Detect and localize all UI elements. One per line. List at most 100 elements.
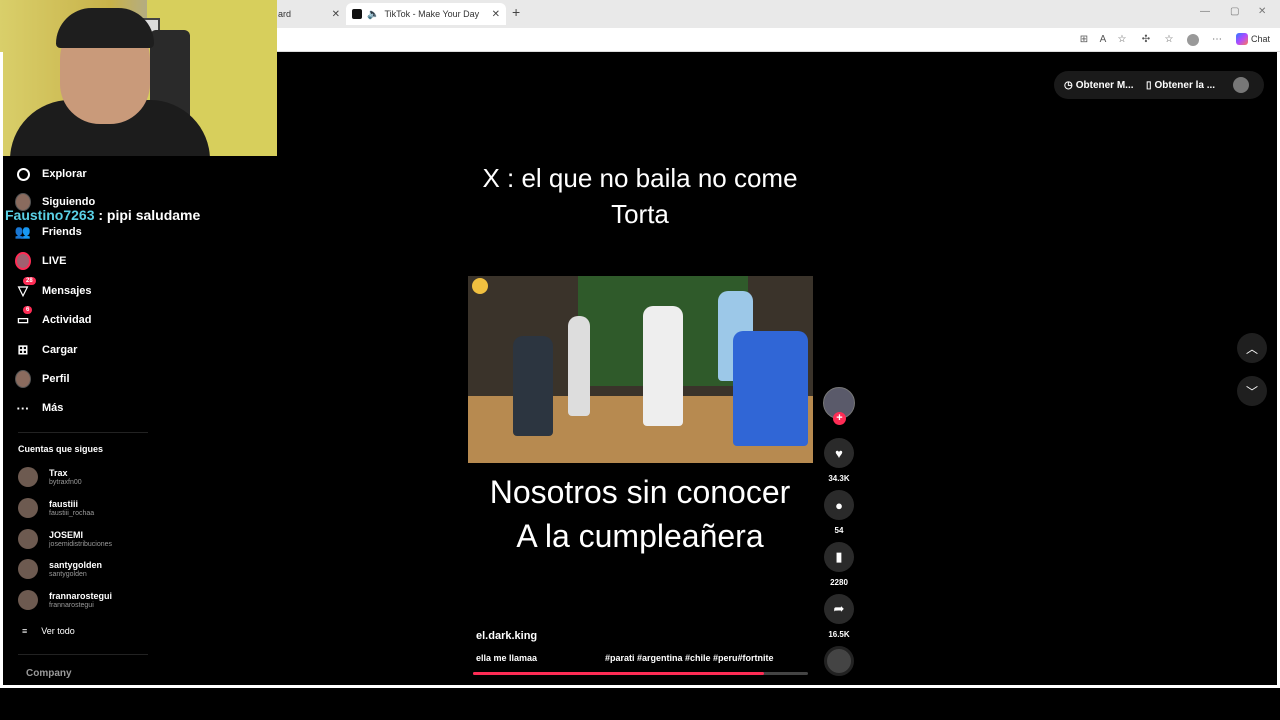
account-name: faustiii bbox=[49, 498, 79, 509]
previous-video-button[interactable]: ︿ bbox=[1237, 333, 1267, 363]
next-video-button[interactable]: ﹀ bbox=[1237, 376, 1267, 406]
new-tab-icon[interactable]: + bbox=[512, 4, 520, 20]
get-app-button-1[interactable]: ◷ Obtener M... bbox=[1064, 80, 1134, 91]
get-app-button-2[interactable]: ▯ Obtener la ... bbox=[1146, 80, 1215, 91]
account-name: frannarostegui bbox=[49, 590, 113, 601]
comment-icon: ● bbox=[835, 497, 843, 513]
account-handle: josemidistribuciones bbox=[49, 540, 113, 548]
get-app-label: Obtener la ... bbox=[1154, 80, 1216, 91]
video-scene-person bbox=[643, 306, 683, 426]
get-app-label: Obtener M... bbox=[1075, 80, 1134, 91]
save-count: 2280 bbox=[830, 578, 848, 587]
more-icon: ··· bbox=[16, 400, 30, 416]
sidebar-item-label: Explorar bbox=[42, 168, 87, 180]
follow-plus-icon[interactable]: + bbox=[833, 412, 846, 425]
caption-line: A la cumpleañera bbox=[516, 518, 764, 554]
favorites-icon[interactable]: ☆ bbox=[1163, 34, 1175, 46]
sidebar-item-mensajes[interactable]: ▽ 28 Mensajes bbox=[15, 277, 92, 299]
profile-icon bbox=[15, 370, 31, 388]
sidebar-item-label: Mensajes bbox=[42, 285, 92, 297]
account-handle: bytraxfn00 bbox=[49, 478, 82, 486]
sidebar-item-explorar[interactable]: Explorar bbox=[15, 166, 87, 182]
see-all-label: Ver todo bbox=[41, 626, 75, 636]
video-scene-person bbox=[568, 316, 590, 416]
following-account[interactable]: faustiii faustiii_rochaa bbox=[18, 498, 94, 518]
minimize-icon[interactable]: — bbox=[1200, 6, 1210, 17]
save-button[interactable]: ▮ bbox=[824, 542, 854, 572]
sidebar-item-actividad[interactable]: ▭ 6 Actividad bbox=[15, 306, 92, 328]
tab-label: TikTok - Make Your Day bbox=[384, 9, 480, 19]
messages-badge: 28 bbox=[23, 277, 36, 285]
video-author[interactable]: el.dark.king bbox=[476, 630, 537, 642]
company-link[interactable]: Company bbox=[26, 668, 72, 679]
account-name: santygolden bbox=[49, 559, 103, 570]
sidebar-item-label: Más bbox=[42, 402, 64, 414]
see-all-link[interactable]: ≡ Ver todo bbox=[22, 626, 75, 636]
sidebar-item-cargar[interactable]: ⊞ Cargar bbox=[15, 342, 78, 358]
sidebar-item-live[interactable]: LIVE bbox=[15, 252, 66, 270]
following-account[interactable]: Trax bytraxfn00 bbox=[18, 467, 82, 487]
close-window-icon[interactable]: ✕ bbox=[1258, 6, 1266, 17]
list-icon: ≡ bbox=[22, 626, 28, 636]
account-handle: faustiii_rochaa bbox=[49, 509, 95, 517]
close-icon[interactable]: ✕ bbox=[332, 9, 340, 20]
chevron-down-icon: ﹀ bbox=[1245, 384, 1258, 399]
music-disc-icon[interactable] bbox=[824, 646, 854, 676]
following-section-title: Cuentas que sigues bbox=[18, 444, 104, 454]
compass-icon bbox=[15, 166, 31, 182]
download-icon: ◷ bbox=[1064, 80, 1073, 91]
video-scene-person bbox=[513, 336, 553, 436]
avatar bbox=[18, 559, 38, 579]
sidebar-item-label: Cargar bbox=[42, 344, 78, 356]
stream-chat-message: Faustino7263 : pipi saludame bbox=[5, 207, 200, 223]
star-icon[interactable]: ☆ bbox=[1116, 34, 1128, 46]
messages-icon: ▽ 28 bbox=[15, 277, 36, 299]
like-button[interactable]: ♥ bbox=[824, 438, 854, 468]
extensions-icon[interactable]: ✣ bbox=[1140, 34, 1152, 46]
browser-tab-tiktok[interactable]: 🔈 TikTok - Make Your Day ✕ bbox=[346, 3, 506, 25]
sidebar-item-label: Friends bbox=[42, 226, 82, 238]
account-handle: frannarostegui bbox=[49, 601, 94, 609]
video-overlay-title: X : el que no baila no come Torta bbox=[440, 160, 840, 232]
tab-label: ard bbox=[278, 9, 292, 19]
following-account[interactable]: santygolden santygolden bbox=[18, 559, 102, 579]
account-name: Trax bbox=[49, 467, 68, 478]
sidebar-item-perfil[interactable]: Perfil bbox=[15, 370, 70, 388]
sidebar-item-mas[interactable]: ··· Más bbox=[15, 400, 64, 416]
like-count: 34.3K bbox=[828, 474, 850, 483]
share-button[interactable]: ➦ bbox=[824, 594, 854, 624]
share-icon: ➦ bbox=[833, 601, 845, 616]
profile-icon[interactable] bbox=[1187, 34, 1199, 46]
webcam-overlay bbox=[0, 0, 277, 156]
copilot-chat-button[interactable]: Chat bbox=[1236, 33, 1270, 45]
sidebar-item-friends[interactable]: 👥 Friends bbox=[15, 224, 82, 240]
speaker-icon[interactable]: 🔈 bbox=[367, 9, 379, 20]
video-progress-fill bbox=[473, 672, 765, 675]
video-progress-bar[interactable] bbox=[473, 672, 808, 675]
video-scene-person bbox=[733, 331, 808, 446]
video-hashtags[interactable]: #parati #argentina #chile #peru#fortnite bbox=[605, 653, 774, 663]
maximize-icon[interactable]: ▢ bbox=[1230, 6, 1239, 17]
more-icon[interactable]: ⋯ bbox=[1211, 34, 1223, 46]
sidebar-item-label: Actividad bbox=[42, 314, 92, 326]
webcam-person-cap bbox=[56, 8, 154, 48]
avatar bbox=[18, 529, 38, 549]
close-icon[interactable]: ✕ bbox=[492, 9, 500, 20]
following-account[interactable]: frannarostegui frannarostegui bbox=[18, 590, 112, 610]
translate-icon[interactable]: A bbox=[1097, 34, 1109, 46]
caption-line: Nosotros sin conocer bbox=[489, 474, 791, 510]
chat-label: Chat bbox=[1251, 34, 1271, 44]
share-count: 16.5K bbox=[828, 630, 850, 639]
apps-icon[interactable]: ⊞ bbox=[1078, 34, 1090, 46]
comment-button[interactable]: ● bbox=[824, 490, 854, 520]
following-account[interactable]: JOSEMI josemidistribuciones bbox=[18, 529, 112, 549]
chat-text: : pipi saludame bbox=[98, 207, 201, 223]
video-player[interactable] bbox=[468, 276, 813, 463]
user-avatar[interactable] bbox=[1233, 77, 1249, 93]
chat-username: Faustino7263 bbox=[5, 207, 95, 223]
tiktok-icon bbox=[352, 9, 362, 19]
browser-tab-previous[interactable]: ard ✕ bbox=[278, 3, 348, 25]
channel-logo-icon bbox=[472, 278, 488, 294]
video-description: ella me llamaa bbox=[476, 653, 538, 663]
bottom-black-bar bbox=[0, 688, 1280, 720]
